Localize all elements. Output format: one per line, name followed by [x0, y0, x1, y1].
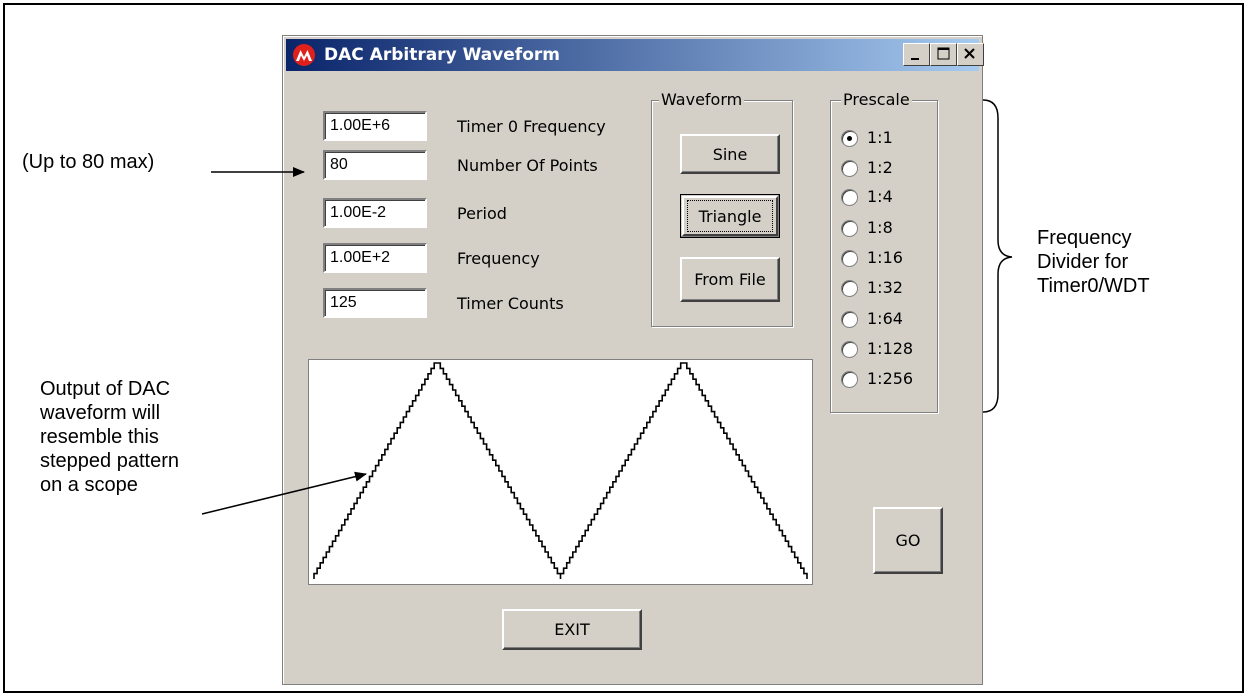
prescale-brace — [982, 99, 1013, 413]
annotation-arrows — [201, 99, 1013, 515]
output-arrow — [201, 471, 367, 515]
